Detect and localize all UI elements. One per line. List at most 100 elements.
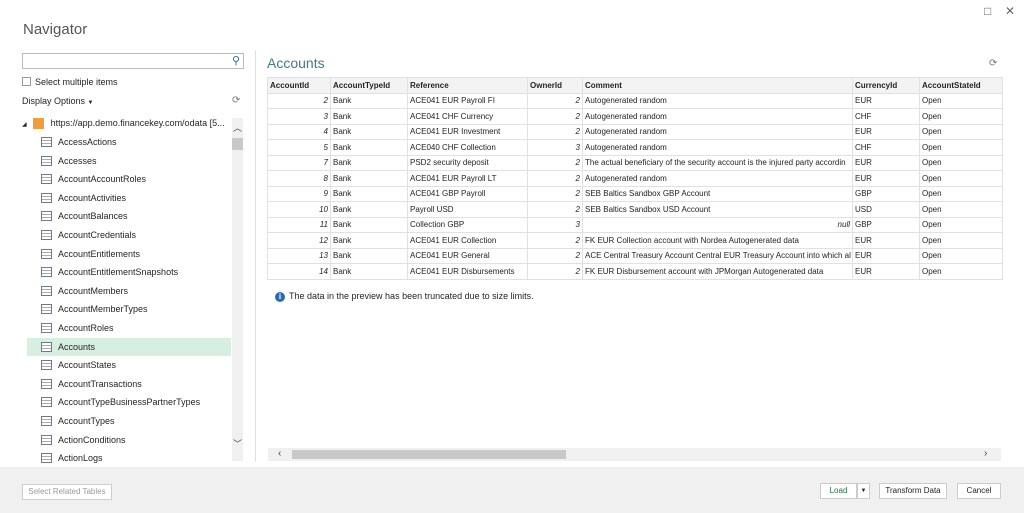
- table-cell: Open: [919, 263, 1003, 280]
- column-header[interactable]: AccountStateId: [919, 77, 1003, 94]
- tree-item-label: AccountAccountRoles: [58, 174, 147, 185]
- tree-item[interactable]: AccountCredentials: [27, 226, 231, 244]
- select-multiple-checkbox[interactable]: [22, 77, 31, 86]
- tree-item[interactable]: Accesses: [27, 152, 231, 170]
- table-cell: 8: [267, 170, 331, 187]
- scroll-up-icon[interactable]: ︿: [233, 121, 242, 134]
- column-header[interactable]: AccountId: [267, 77, 331, 94]
- table-cell: Bank: [330, 247, 408, 264]
- collapse-icon[interactable]: ◢: [22, 122, 27, 128]
- truncation-text: The data in the preview has been truncat…: [289, 291, 534, 301]
- table-cell: EUR: [852, 232, 920, 249]
- tree-root-odata[interactable]: ◢ https://app.demo.financekey.com/odata …: [22, 118, 225, 130]
- table-cell: Bank: [330, 201, 408, 218]
- table-cell: ACE041 EUR Payroll LT: [407, 170, 528, 187]
- tree-item[interactable]: AccountAccountRoles: [27, 170, 231, 188]
- table-cell: 11: [267, 216, 331, 233]
- tree-item[interactable]: AccountMembers: [27, 282, 231, 300]
- table-cell: EUR: [852, 263, 920, 280]
- tree-item[interactable]: AccountTypeBusinessPartnerTypes: [27, 393, 231, 411]
- column-header[interactable]: AccountTypeId: [330, 77, 408, 94]
- table-icon: [41, 304, 52, 315]
- table-cell: CHF: [852, 108, 920, 125]
- column-header[interactable]: Comment: [582, 77, 853, 94]
- table-cell: 9: [267, 185, 331, 202]
- table-cell: Bank: [330, 263, 408, 280]
- tree-item[interactable]: Accounts: [27, 337, 231, 356]
- odata-icon: [33, 118, 45, 130]
- table-cell: ACE Central Treasury Account Central EUR…: [582, 247, 853, 264]
- tree-item[interactable]: AccountBalances: [27, 207, 231, 225]
- table-cell: Bank: [330, 108, 408, 125]
- table-cell: Autogenerated random: [582, 92, 853, 109]
- column-header[interactable]: Reference: [407, 77, 528, 94]
- table-cell: 14: [267, 263, 331, 280]
- tree-item[interactable]: AccountStates: [27, 356, 231, 374]
- tree-item[interactable]: AccountActivities: [27, 189, 231, 207]
- table-cell: ACE041 EUR Payroll FI: [407, 92, 528, 109]
- tree-scroll-thumb[interactable]: [232, 138, 243, 150]
- table-icon: [41, 230, 52, 240]
- tree-item[interactable]: AccountMemberTypes: [27, 300, 231, 318]
- tree-item[interactable]: AccountEntitlements: [27, 245, 231, 263]
- table-cell: Open: [919, 232, 1003, 249]
- search-icon[interactable]: ⚲: [232, 54, 240, 67]
- refresh-icon[interactable]: ⟳: [232, 95, 240, 106]
- column-header[interactable]: OwnerId: [527, 77, 583, 94]
- table-icon: [41, 211, 52, 222]
- display-options-label: Display Options: [22, 96, 86, 106]
- table-row: 11 Bank Collection GBP 3 null GBP Open: [267, 216, 1003, 233]
- table-cell: Open: [919, 201, 1003, 218]
- scroll-right-icon[interactable]: ›: [984, 448, 987, 459]
- refresh-preview-icon[interactable]: ⟳: [989, 58, 997, 69]
- table-icon: [41, 248, 52, 259]
- table-icon: [41, 360, 52, 371]
- table-cell: EUR: [852, 123, 920, 140]
- table-cell: ACE040 CHF Collection: [407, 139, 528, 156]
- scroll-left-icon[interactable]: ‹: [278, 448, 281, 459]
- load-dropdown-button[interactable]: ▼: [857, 483, 870, 499]
- table-icon: [41, 378, 52, 389]
- search-input[interactable]: ⚲: [22, 53, 244, 69]
- footer-bar: [0, 467, 1024, 513]
- truncation-notice: i The data in the preview has been trunca…: [275, 291, 534, 302]
- tree-item[interactable]: AccountTransactions: [27, 375, 231, 393]
- table-row: 8 Bank ACE041 EUR Payroll LT 2 Autogenerated…: [267, 170, 1003, 187]
- tree-item[interactable]: AccountTypes: [27, 412, 231, 430]
- tree-item[interactable]: ActionLogs: [27, 449, 231, 467]
- tree-item[interactable]: AccountRoles: [27, 319, 231, 337]
- load-button[interactable]: Load: [820, 483, 857, 499]
- tree-item-label: Accounts: [58, 341, 96, 352]
- table-icon: [41, 285, 52, 296]
- tree-item[interactable]: ActionConditions: [27, 431, 231, 449]
- tree-item-label: AccountTypes: [58, 416, 115, 426]
- table-cell: Open: [919, 108, 1003, 125]
- table-row: 4 Bank ACE041 EUR Investment 2 Autogenerated…: [267, 123, 1003, 140]
- display-options-dropdown[interactable]: Display Options ▼: [22, 96, 94, 106]
- preview-scroll-thumb[interactable]: [292, 450, 566, 459]
- scroll-down-icon[interactable]: ﹀: [233, 437, 242, 450]
- transform-data-button[interactable]: Transform Data: [879, 483, 947, 499]
- tree-item[interactable]: AccessActions: [27, 133, 231, 151]
- tree-item-label: AccountRoles: [58, 323, 114, 333]
- table-cell: ACE041 CHF Currency: [407, 108, 528, 125]
- dialog-title: Navigator: [23, 21, 88, 38]
- cancel-button[interactable]: Cancel: [957, 483, 1001, 499]
- table-cell: Open: [919, 123, 1003, 140]
- tree-item-label: AccountTransactions: [58, 378, 142, 389]
- table-cell: 2: [267, 92, 331, 109]
- table-row: 14 Bank ACE041 EUR Disbursements 2 FK EUR Di…: [267, 263, 1003, 280]
- maximize-icon[interactable]: □: [984, 4, 991, 18]
- select-related-tables-button[interactable]: Select Related Tables: [22, 484, 112, 500]
- table-cell: SEB Baltics Sandbox GBP Account: [582, 185, 853, 202]
- table-cell: 2: [527, 232, 583, 249]
- tree-scrollbar[interactable]: [232, 118, 243, 461]
- table-row: 5 Bank ACE040 CHF Collection 3 Autogenerated…: [267, 139, 1003, 156]
- preview-title: Accounts: [267, 55, 325, 71]
- tree-item[interactable]: AccountEntitlementSnapshots: [27, 263, 231, 281]
- table-cell: PSD2 security deposit: [407, 154, 528, 171]
- close-icon[interactable]: ✕: [1005, 4, 1015, 18]
- column-header[interactable]: CurrencyId: [852, 77, 920, 94]
- pane-divider[interactable]: [255, 50, 256, 462]
- table-cell: EUR: [852, 92, 920, 109]
